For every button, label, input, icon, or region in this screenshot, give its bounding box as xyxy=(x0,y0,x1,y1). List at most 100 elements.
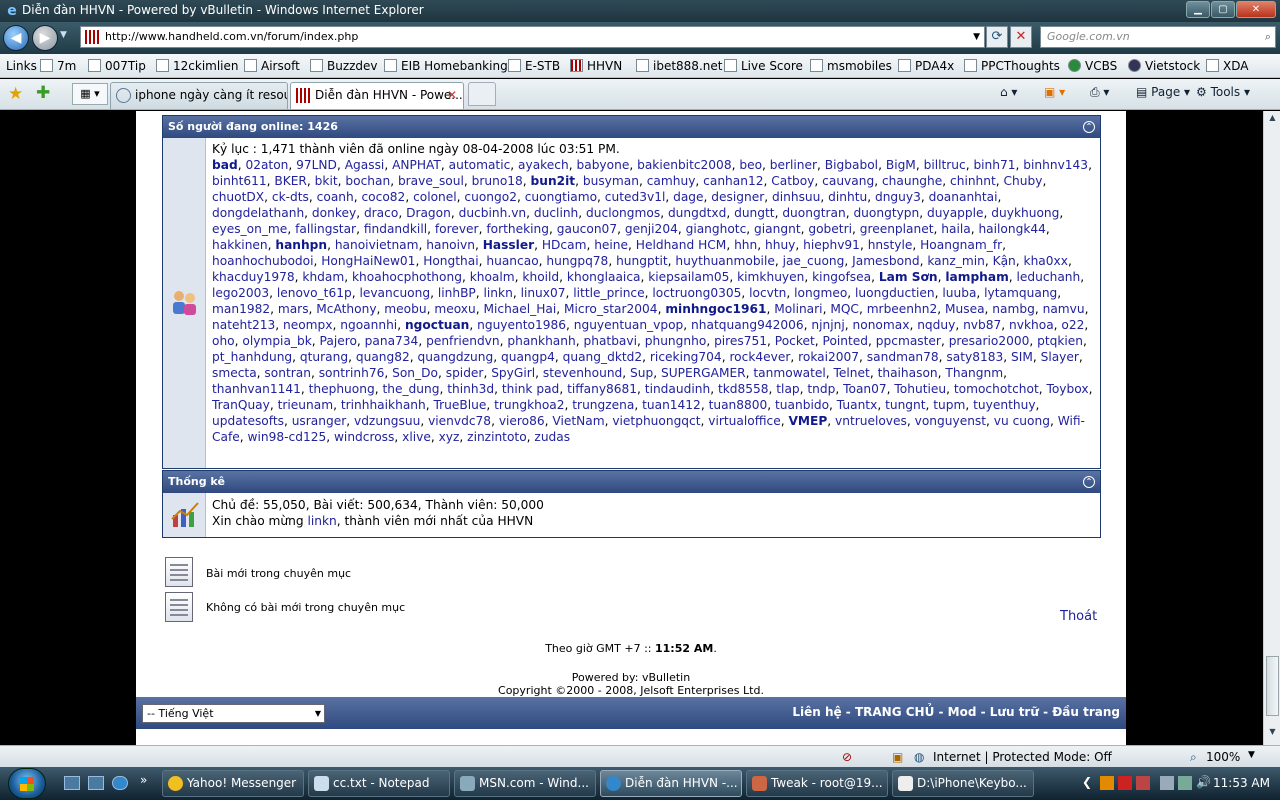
online-user-link[interactable]: khoahocphothong xyxy=(352,270,462,284)
tab-iphone[interactable]: iphone ngày càng ít resour... xyxy=(110,82,288,109)
search-input[interactable]: Google.com.vn ⌕ xyxy=(1040,26,1276,48)
taskbar-yahoo-messenger[interactable]: Yahoo! Messenger xyxy=(162,770,304,797)
minimize-button[interactable]: ▁ xyxy=(1186,1,1210,18)
language-select[interactable]: -- Tiếng Việt ▼ xyxy=(142,704,325,723)
online-user-link[interactable]: beo xyxy=(739,158,762,172)
online-user-link[interactable]: rock4ever xyxy=(729,350,790,364)
switch-windows-icon[interactable] xyxy=(88,776,104,790)
online-user-link[interactable]: hnstyle xyxy=(868,238,913,252)
online-user-link[interactable]: cauvang xyxy=(822,174,874,188)
online-user-link[interactable]: leduchanh xyxy=(1017,270,1081,284)
online-user-link[interactable]: kanz_min xyxy=(927,254,985,268)
online-user-link[interactable]: BKER xyxy=(274,174,307,188)
start-button[interactable] xyxy=(8,768,46,799)
scroll-down-icon[interactable]: ▼ xyxy=(1266,727,1279,741)
link-live-score[interactable]: Live Score xyxy=(724,59,803,73)
online-user-link[interactable]: meobu xyxy=(384,302,426,316)
online-user-link[interactable]: Pocket xyxy=(775,334,815,348)
online-user-link[interactable]: babyone xyxy=(576,158,629,172)
online-user-link[interactable]: windcross xyxy=(334,430,394,444)
online-user-link[interactable]: Toan07 xyxy=(843,382,887,396)
online-user-link[interactable]: bakienbitc2008 xyxy=(637,158,732,172)
favorites-star-icon[interactable]: ★ xyxy=(8,84,23,104)
online-user-link[interactable]: think pad xyxy=(502,382,560,396)
maximize-button[interactable]: ▢ xyxy=(1211,1,1235,18)
online-user-link[interactable]: lenovo_t61p xyxy=(277,286,352,300)
taskbar-notepad[interactable]: cc.txt - Notepad xyxy=(308,770,450,797)
online-user-link[interactable]: saty8183 xyxy=(946,350,1003,364)
online-user-link[interactable]: luongductien xyxy=(855,286,935,300)
online-user-link[interactable]: sandman78 xyxy=(867,350,939,364)
online-user-link[interactable]: berliner xyxy=(770,158,817,172)
tray-network-icon[interactable] xyxy=(1178,776,1192,790)
link-007tip[interactable]: 007Tip xyxy=(88,59,146,73)
online-user-link[interactable]: Son_Do xyxy=(392,366,438,380)
tray-antivirus-icon[interactable] xyxy=(1118,776,1132,790)
online-user-link[interactable]: ANPHAT xyxy=(392,158,441,172)
online-user-link[interactable]: chaunghe xyxy=(882,174,942,188)
online-user-link[interactable]: colonel xyxy=(413,190,457,204)
online-user-link[interactable]: genji204 xyxy=(625,222,678,236)
online-user-link[interactable]: hanhpn xyxy=(275,238,327,252)
online-user-link[interactable]: Slayer xyxy=(1041,350,1079,364)
online-user-link[interactable]: tuan1412 xyxy=(642,398,701,412)
online-user-link[interactable]: nateht213 xyxy=(212,318,275,332)
online-user-link[interactable]: Toybox xyxy=(1046,382,1088,396)
link-msmobiles[interactable]: msmobiles xyxy=(810,59,892,73)
link-vietstock[interactable]: Vietstock xyxy=(1128,59,1200,73)
online-user-link[interactable]: billtruc xyxy=(924,158,966,172)
search-icon[interactable]: ⌕ xyxy=(1265,27,1271,47)
online-user-link[interactable]: khonglaaica xyxy=(567,270,641,284)
online-user-link[interactable]: viero86 xyxy=(499,414,545,428)
online-user-link[interactable]: huancao xyxy=(486,254,538,268)
logout-link[interactable]: Thoát xyxy=(1060,609,1097,624)
online-user-link[interactable]: vdzungsuu xyxy=(354,414,420,428)
online-user-link[interactable]: duclinh xyxy=(534,206,578,220)
online-user-link[interactable]: oho xyxy=(212,334,235,348)
online-user-link[interactable]: Hongthai xyxy=(423,254,478,268)
online-user-link[interactable]: khoalm xyxy=(470,270,515,284)
online-user-link[interactable]: hailongk44 xyxy=(978,222,1045,236)
online-user-link[interactable]: 97LND xyxy=(296,158,337,172)
tray-expand-icon[interactable]: ❮ xyxy=(1082,775,1092,789)
online-user-link[interactable]: linhBP xyxy=(438,286,476,300)
online-user-link[interactable]: Dragon xyxy=(406,206,451,220)
online-user-link[interactable]: 02aton xyxy=(245,158,288,172)
online-user-link[interactable]: man1982 xyxy=(212,302,270,316)
online-user-link[interactable]: tuan8800 xyxy=(709,398,768,412)
online-user-link[interactable]: ducbinh.vn xyxy=(459,206,527,220)
online-user-link[interactable]: HDcam xyxy=(542,238,587,252)
close-button[interactable]: ✕ xyxy=(1236,1,1276,18)
online-user-link[interactable]: findandkill xyxy=(364,222,427,236)
online-user-link[interactable]: presario2000 xyxy=(949,334,1030,348)
online-user-link[interactable]: khacduy1978 xyxy=(212,270,295,284)
online-user-link[interactable]: nvkhoa xyxy=(1009,318,1054,332)
online-user-link[interactable]: Catboy xyxy=(771,174,814,188)
online-user-link[interactable]: tindaudinh xyxy=(645,382,710,396)
online-user-link[interactable]: xyz xyxy=(439,430,460,444)
online-user-link[interactable]: penfriendvn xyxy=(426,334,500,348)
online-user-link[interactable]: gobetri xyxy=(808,222,852,236)
taskbar-tweak[interactable]: Tweak - root@19... xyxy=(746,770,888,797)
online-user-link[interactable]: linux07 xyxy=(521,286,566,300)
online-user-link[interactable]: levancuong xyxy=(359,286,430,300)
online-user-link[interactable]: mars xyxy=(278,302,309,316)
online-user-link[interactable]: sontrinh76 xyxy=(319,366,385,380)
online-user-link[interactable]: pt_hanhdung xyxy=(212,350,292,364)
online-user-link[interactable]: duclongmos xyxy=(586,206,660,220)
online-user-link[interactable]: vonguyenst xyxy=(915,414,986,428)
link-xda[interactable]: XDA xyxy=(1206,59,1248,73)
online-user-link[interactable]: trinhhaikhanh xyxy=(341,398,426,412)
online-user-link[interactable]: dinhsuu xyxy=(772,190,820,204)
online-user-link[interactable]: trieunam xyxy=(278,398,333,412)
online-user-link[interactable]: dungdtxd xyxy=(668,206,726,220)
online-user-link[interactable]: phungnho xyxy=(645,334,707,348)
online-user-link[interactable]: Tuantx xyxy=(837,398,878,412)
online-user-link[interactable]: thaihason xyxy=(878,366,938,380)
online-user-link[interactable]: hanoivietnam xyxy=(335,238,419,252)
online-user-link[interactable]: ppcmaster xyxy=(876,334,941,348)
vertical-scrollbar[interactable]: ▲ ▼ xyxy=(1263,111,1280,745)
online-user-link[interactable]: nguyentuan_vpop xyxy=(574,318,684,332)
collapse-icon[interactable]: ⌃ xyxy=(1083,476,1095,488)
online-user-link[interactable]: o22 xyxy=(1061,318,1084,332)
